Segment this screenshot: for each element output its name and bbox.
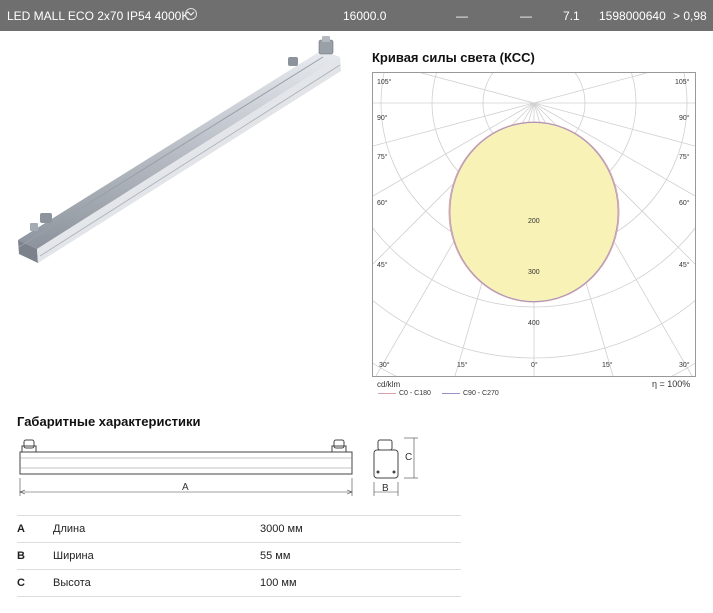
unit-label: cd/klm bbox=[377, 380, 401, 389]
power-factor: > 0,98 bbox=[673, 9, 707, 23]
weight-value: 7.1 bbox=[563, 9, 580, 23]
angle-left-60: 60° bbox=[377, 200, 388, 207]
product-header-row[interactable]: LED MALL ECO 2x70 IP54 4000K 16000.0 — —… bbox=[0, 0, 713, 31]
angle-left-105: 105° bbox=[377, 79, 392, 86]
angle-bottom-15-left: 15° bbox=[457, 362, 468, 369]
angle-right-105: 105° bbox=[675, 79, 690, 86]
ksc-title: Кривая силы света (КСС) bbox=[372, 50, 535, 65]
angle-right-45: 45° bbox=[679, 262, 690, 269]
dimension-label-b: B bbox=[382, 483, 389, 494]
row-name: Высота bbox=[53, 577, 91, 589]
angle-right-60: 60° bbox=[679, 200, 690, 207]
column-3-value: — bbox=[456, 9, 468, 23]
radial-label-300: 300 bbox=[528, 269, 540, 276]
row-key: A bbox=[17, 523, 25, 535]
dimension-label-a: A bbox=[182, 482, 189, 493]
table-row: A Длина 3000 мм bbox=[17, 515, 461, 543]
angle-left-45: 45° bbox=[377, 262, 388, 269]
radial-label-200: 200 bbox=[528, 218, 540, 225]
row-value: 55 мм bbox=[260, 550, 291, 562]
row-name: Ширина bbox=[53, 550, 94, 562]
row-name: Длина bbox=[53, 523, 86, 535]
table-row: B Ширина 55 мм bbox=[17, 543, 461, 570]
angle-right-90: 90° bbox=[679, 115, 690, 122]
dimensions-title: Габаритные характеристики bbox=[17, 414, 201, 429]
dimension-drawing: A B C bbox=[12, 434, 422, 504]
angle-bottom-30-right: 30° bbox=[679, 362, 690, 369]
angle-bottom-0: 0° bbox=[531, 362, 538, 369]
legend-line-c90 bbox=[442, 392, 460, 394]
row-value: 100 мм bbox=[260, 577, 297, 589]
radial-label-400: 400 bbox=[528, 320, 540, 327]
luminous-flux: 16000.0 bbox=[343, 9, 387, 23]
product-name: LED MALL ECO 2x70 IP54 4000K bbox=[7, 9, 190, 23]
legend-label-c90: C90 - C270 bbox=[463, 390, 499, 397]
row-value: 3000 мм bbox=[260, 523, 303, 535]
angle-left-90: 90° bbox=[377, 115, 388, 122]
dimensions-table: A Длина 3000 мм B Ширина 55 мм C Высота … bbox=[17, 515, 461, 597]
dimension-label-c: C bbox=[405, 452, 413, 463]
efficiency-label: η = 100% bbox=[652, 379, 691, 389]
legend-label-c0: C0 - C180 bbox=[399, 390, 431, 397]
product-image bbox=[10, 35, 350, 270]
article-number: 1598000640 bbox=[599, 9, 666, 23]
polar-diagram: 105° 90° 75° 60° 45° 105° 90° 75° 60° 45… bbox=[372, 72, 696, 377]
legend-line-c0 bbox=[378, 392, 396, 394]
angle-bottom-30-left: 30° bbox=[379, 362, 390, 369]
column-4-value: — bbox=[520, 9, 532, 23]
chevron-down-icon[interactable] bbox=[185, 8, 197, 20]
row-key: B bbox=[17, 550, 25, 562]
row-key: C bbox=[17, 577, 25, 589]
table-row: C Высота 100 мм bbox=[17, 570, 461, 597]
angle-right-75: 75° bbox=[679, 154, 690, 161]
angle-bottom-15-right: 15° bbox=[602, 362, 613, 369]
legend-c0-c180: C0 - C180 bbox=[378, 390, 431, 397]
legend-c90-c270: C90 - C270 bbox=[442, 390, 499, 397]
angle-left-75: 75° bbox=[377, 154, 388, 161]
